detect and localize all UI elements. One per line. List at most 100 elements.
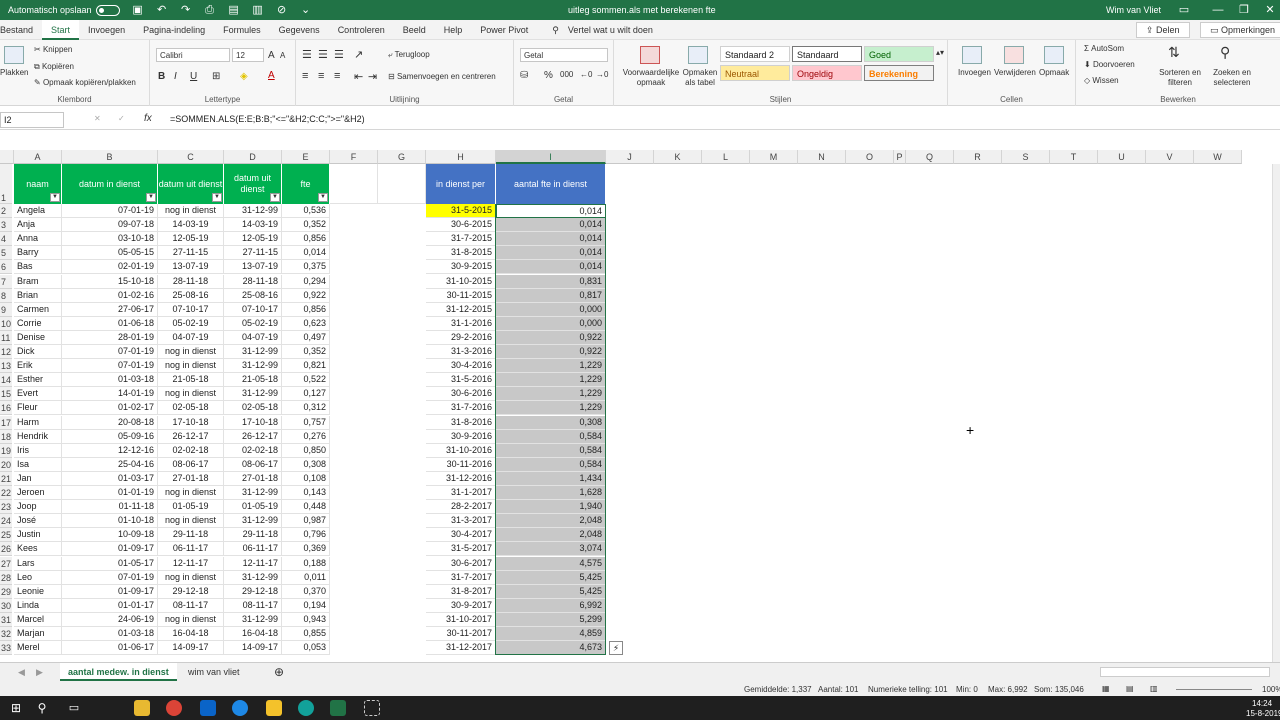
table-cell[interactable]: 29-12-18 bbox=[224, 584, 282, 599]
tab-invoegen[interactable]: Invoegen bbox=[79, 20, 134, 40]
align-middle-icon[interactable]: ☰ bbox=[318, 48, 328, 61]
table-cell[interactable]: 0,352 bbox=[282, 218, 330, 233]
file-icon[interactable]: ▤ bbox=[228, 4, 240, 16]
table-cell[interactable]: 31-12-2016 bbox=[426, 471, 496, 486]
table-cell[interactable]: 0,536 bbox=[282, 204, 330, 219]
table-cell[interactable]: 01-06-18 bbox=[62, 316, 158, 331]
table-cell[interactable]: 12-05-19 bbox=[158, 232, 224, 247]
app-icon-blue[interactable] bbox=[232, 700, 248, 716]
column-header-f[interactable]: F bbox=[330, 150, 378, 164]
clear-button[interactable]: ◇ Wissen bbox=[1084, 76, 1119, 85]
table-cell[interactable]: 31-12-99 bbox=[224, 612, 282, 627]
style-ongeldig[interactable]: Ongeldig bbox=[792, 65, 862, 81]
close-icon[interactable]: ✕ bbox=[1264, 4, 1276, 16]
table-cell[interactable]: 15-10-18 bbox=[62, 274, 158, 289]
table-cell[interactable]: 0,584 bbox=[496, 429, 606, 444]
table-cell[interactable]: Linda bbox=[14, 598, 62, 613]
table-cell[interactable]: 25-08-16 bbox=[224, 288, 282, 303]
table-cell[interactable]: 31-5-2017 bbox=[426, 542, 496, 557]
borders-icon[interactable]: ⊞ bbox=[212, 71, 220, 82]
filter-dropdown-icon[interactable]: ▼ bbox=[50, 193, 60, 202]
style-goed[interactable]: Goed bbox=[864, 46, 934, 62]
table-cell[interactable]: 05-09-16 bbox=[62, 429, 158, 444]
table-cell[interactable]: 30-4-2016 bbox=[426, 359, 496, 374]
cut-button[interactable]: ✂ Knippen bbox=[34, 45, 72, 54]
table-cell[interactable]: 31-3-2016 bbox=[426, 345, 496, 360]
table-cell[interactable]: 0,014 bbox=[282, 246, 330, 261]
table-cell[interactable]: 0,312 bbox=[282, 401, 330, 416]
table-cell[interactable]: 1,229 bbox=[496, 359, 606, 374]
insert-cells-button[interactable]: Invoegen bbox=[958, 68, 991, 77]
table-cell[interactable]: Carmen bbox=[14, 302, 62, 317]
column-header-w[interactable]: W bbox=[1194, 150, 1242, 164]
table-cell[interactable]: 29-2-2016 bbox=[426, 330, 496, 345]
table-cell[interactable]: 31-8-2016 bbox=[426, 415, 496, 430]
table-cell[interactable]: 0,757 bbox=[282, 415, 330, 430]
table-cell[interactable]: nog in dienst bbox=[158, 345, 224, 360]
column-header-r[interactable]: R bbox=[954, 150, 1002, 164]
table-cell[interactable]: 27-11-15 bbox=[224, 246, 282, 261]
column-header-o[interactable]: O bbox=[846, 150, 894, 164]
underline-button[interactable]: U bbox=[190, 71, 197, 82]
table-cell[interactable]: 0,308 bbox=[496, 415, 606, 430]
table-cell[interactable]: 0,370 bbox=[282, 584, 330, 599]
link-icon[interactable]: ⊘ bbox=[276, 4, 288, 16]
insert-function-icon[interactable]: fx bbox=[144, 113, 152, 124]
table-cell[interactable]: 28-11-18 bbox=[224, 274, 282, 289]
table-cell[interactable]: Anna bbox=[14, 232, 62, 247]
column-header-s[interactable]: S bbox=[1002, 150, 1050, 164]
table-cell[interactable]: 28-01-19 bbox=[62, 330, 158, 345]
style-standaard-2[interactable]: Standaard 2 bbox=[720, 46, 790, 62]
format-cells-button[interactable]: Opmaak bbox=[1039, 68, 1069, 77]
customize-icon[interactable]: ⌄ bbox=[300, 4, 312, 16]
table-cell[interactable]: 31-12-99 bbox=[224, 387, 282, 402]
table-cell[interactable]: 29-11-18 bbox=[224, 528, 282, 543]
table-cell[interactable]: Dick bbox=[14, 345, 62, 360]
table-cell[interactable]: 25-04-16 bbox=[62, 457, 158, 472]
table-cell[interactable]: nog in dienst bbox=[158, 204, 224, 219]
table-cell[interactable]: 01-03-18 bbox=[62, 627, 158, 642]
bold-button[interactable]: B bbox=[158, 71, 165, 82]
table-cell[interactable]: 01-09-17 bbox=[62, 584, 158, 599]
find-select-button[interactable]: Zoeken en selecteren bbox=[1206, 68, 1258, 88]
conditional-formatting-button[interactable]: Voorwaardelijke opmaak bbox=[620, 68, 682, 88]
table-cell[interactable]: 14-09-17 bbox=[224, 641, 282, 656]
table-cell[interactable]: 27-11-15 bbox=[158, 246, 224, 261]
row-header[interactable]: 5 bbox=[0, 246, 12, 261]
table-cell[interactable]: 01-05-19 bbox=[158, 500, 224, 515]
table-cell[interactable]: 08-06-17 bbox=[224, 457, 282, 472]
table-cell[interactable]: Lars bbox=[14, 556, 62, 571]
table-cell[interactable]: 14-03-19 bbox=[158, 218, 224, 233]
table-cell[interactable]: 13-07-19 bbox=[158, 260, 224, 275]
row-header[interactable]: 32 bbox=[0, 627, 12, 642]
table-cell[interactable]: 07-10-17 bbox=[158, 302, 224, 317]
column-header-q[interactable]: Q bbox=[906, 150, 954, 164]
table-cell[interactable]: 29-12-18 bbox=[158, 584, 224, 599]
table-cell[interactable]: nog in dienst bbox=[158, 359, 224, 374]
merge-center-button[interactable]: ⊟ Samenvoegen en centreren bbox=[388, 72, 496, 81]
page-break-icon[interactable]: ▥ bbox=[1150, 684, 1158, 693]
table-cell[interactable]: 21-05-18 bbox=[158, 373, 224, 388]
table-cell[interactable]: nog in dienst bbox=[158, 387, 224, 402]
table-cell[interactable]: 31-12-99 bbox=[224, 345, 282, 360]
tab-start[interactable]: Start bbox=[42, 19, 80, 40]
table-cell[interactable]: 26-12-17 bbox=[158, 429, 224, 444]
undo-icon[interactable]: ↶ bbox=[156, 4, 168, 16]
table-cell[interactable]: 30-6-2015 bbox=[426, 218, 496, 233]
table-cell[interactable]: 31-8-2017 bbox=[426, 584, 496, 599]
redo-icon[interactable]: ↷ bbox=[180, 4, 192, 16]
windows-start-icon[interactable]: ⊞ bbox=[8, 700, 24, 716]
tab-bestand[interactable]: Bestand bbox=[0, 20, 42, 40]
table-cell[interactable]: 12-05-19 bbox=[224, 232, 282, 247]
filter-dropdown-icon[interactable]: ▼ bbox=[146, 193, 156, 202]
table-cell[interactable]: Isa bbox=[14, 457, 62, 472]
table-cell[interactable]: 3,074 bbox=[496, 542, 606, 557]
table-cell[interactable]: 0,014 bbox=[496, 246, 606, 261]
table-cell[interactable]: 1,940 bbox=[496, 500, 606, 515]
row-header[interactable]: 1 bbox=[0, 164, 12, 204]
paste-button[interactable]: Plakken bbox=[0, 68, 28, 77]
table-cell[interactable]: 14-09-17 bbox=[158, 641, 224, 656]
row-header[interactable]: 20 bbox=[0, 457, 12, 472]
row-header[interactable]: 6 bbox=[0, 260, 12, 275]
filter-dropdown-icon[interactable]: ▼ bbox=[270, 193, 280, 202]
